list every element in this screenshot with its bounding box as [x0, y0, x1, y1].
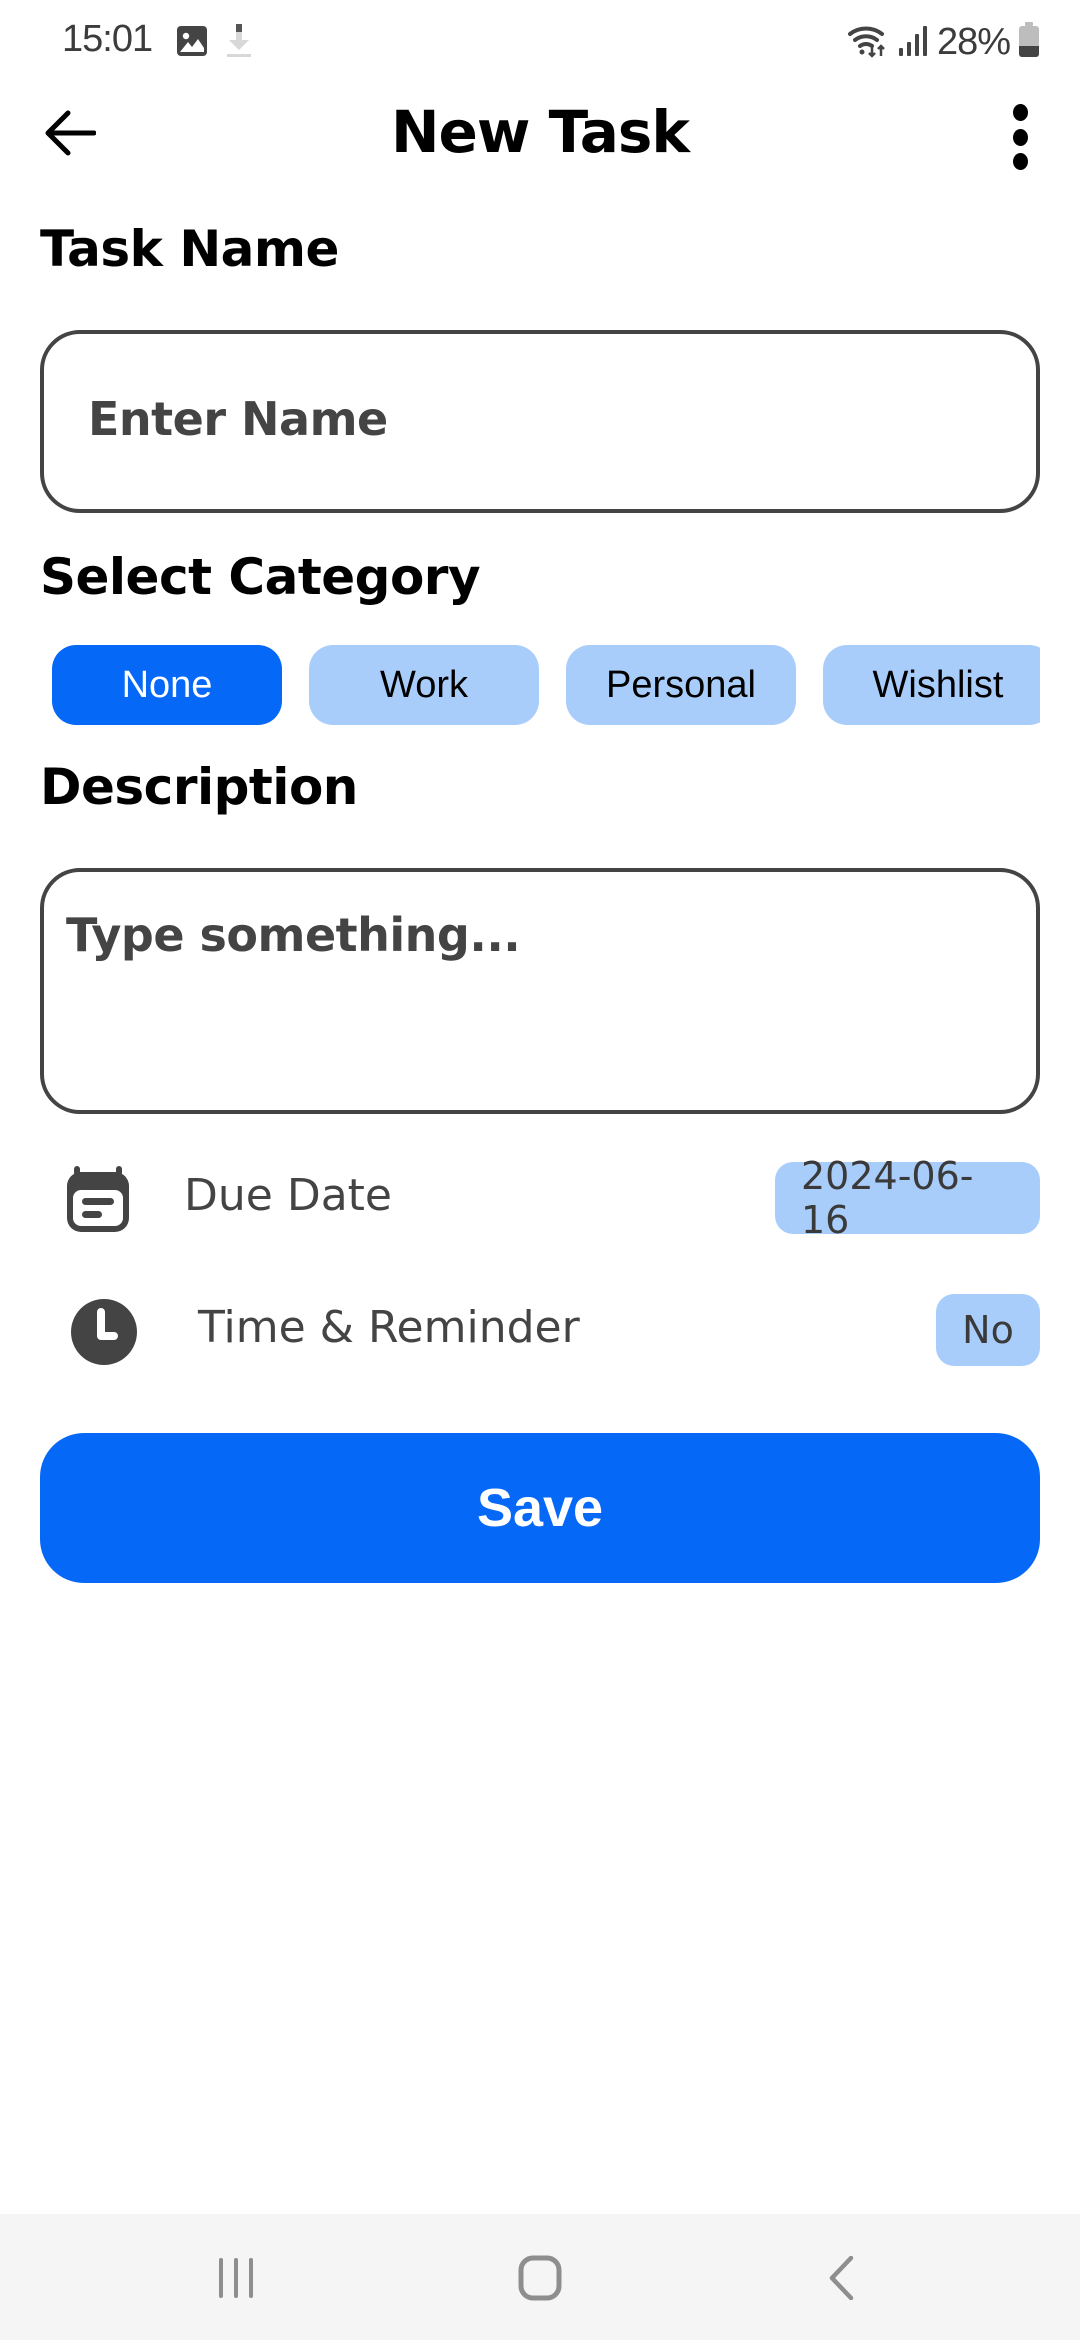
- battery-percent: 28%: [936, 20, 1011, 63]
- category-chip-none[interactable]: None: [52, 645, 282, 725]
- category-chip-work[interactable]: Work: [309, 645, 539, 725]
- reminder-row[interactable]: Time & Reminder No: [0, 1284, 1080, 1374]
- category-label: Select Category: [40, 548, 481, 606]
- status-right-group: 28%: [847, 20, 1040, 64]
- more-options-button[interactable]: [1000, 102, 1040, 172]
- nav-back-button[interactable]: [796, 2244, 886, 2314]
- download-notification-icon: [226, 24, 252, 62]
- due-date-label: Due Date: [184, 1170, 392, 1221]
- signal-icon: [897, 22, 929, 62]
- chip-label: Work: [380, 663, 468, 706]
- battery-icon: [1018, 22, 1040, 62]
- task-name-input[interactable]: Enter Name: [40, 330, 1040, 513]
- reminder-label: Time & Reminder: [198, 1302, 580, 1353]
- save-button[interactable]: Save: [40, 1433, 1040, 1583]
- home-button[interactable]: [495, 2244, 585, 2314]
- chip-label: None: [121, 663, 213, 706]
- more-vert-dot: [1012, 128, 1028, 146]
- clock-icon: [70, 1298, 138, 1370]
- category-chip-wishlist[interactable]: Wishlist: [823, 645, 1040, 725]
- page-title: New Task: [391, 98, 690, 166]
- due-date-value[interactable]: 2024-06-16: [775, 1154, 1040, 1242]
- recents-icon: [216, 2257, 256, 2302]
- status-bar: 15:01 28%: [0, 0, 1080, 80]
- chip-label: Personal: [606, 663, 756, 706]
- description-input[interactable]: Type something...: [40, 868, 1040, 1114]
- app-bar: New Task: [0, 80, 1080, 185]
- chip-label: Wishlist: [872, 663, 1004, 706]
- more-vert-dot: [1012, 153, 1028, 170]
- status-time: 15:01: [62, 18, 153, 60]
- calendar-icon: [64, 1166, 132, 1238]
- home-icon: [518, 2255, 562, 2304]
- wifi-icon: [847, 22, 889, 62]
- nav-back-icon: [827, 2255, 855, 2303]
- task-name-placeholder: Enter Name: [88, 392, 388, 446]
- gallery-notification-icon: [177, 26, 207, 60]
- reminder-value[interactable]: No: [936, 1294, 1040, 1366]
- due-date-row[interactable]: Due Date 2024-06-16: [0, 1152, 1080, 1242]
- description-label: Description: [40, 758, 358, 816]
- recents-button[interactable]: [191, 2244, 281, 2314]
- system-nav-bar: [0, 2214, 1080, 2340]
- task-name-label: Task Name: [40, 220, 339, 278]
- category-chip-personal[interactable]: Personal: [566, 645, 796, 725]
- more-vert-icon: [1012, 104, 1028, 121]
- category-chip-list[interactable]: None Work Personal Wishlist: [0, 645, 1040, 725]
- description-placeholder: Type something...: [66, 908, 521, 962]
